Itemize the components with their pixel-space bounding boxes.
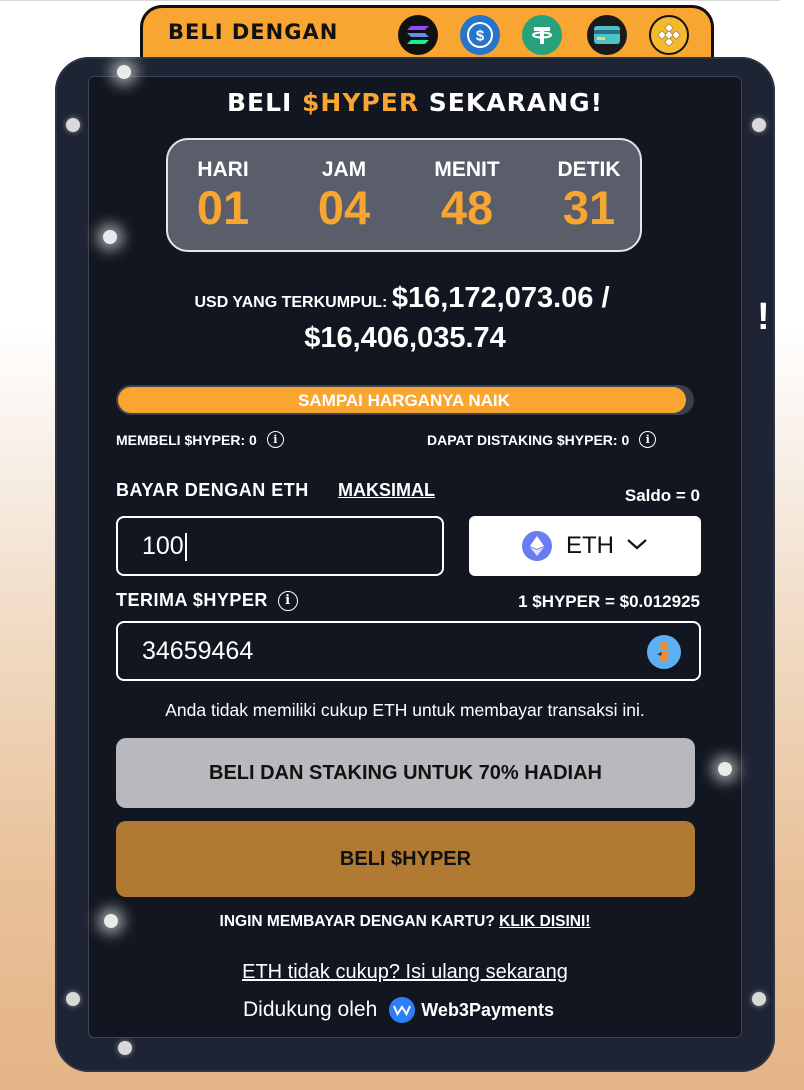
usdc-icon[interactable]: $ — [460, 15, 500, 55]
usd-raised-label: USD YANG TERKUMPUL: — [194, 294, 388, 311]
text-caret — [184, 533, 187, 562]
currency-label: ETH — [566, 532, 614, 559]
title-token: $HYPER — [302, 88, 420, 117]
pay-with-label: BELI DENGAN — [168, 20, 339, 44]
countdown-label: HARI — [197, 158, 249, 181]
title-prefix: BELI — [226, 88, 303, 117]
receive-amount-value: 34659464 — [142, 637, 254, 665]
frame-rivet — [752, 118, 766, 132]
countdown-value: 48 — [440, 181, 494, 234]
countdown-seconds: DETIK 31 — [534, 158, 644, 234]
topup-link[interactable]: ETH tidak cukup? Isi ulang sekarang — [0, 961, 804, 984]
pay-amount-input[interactable]: 100 — [116, 516, 444, 576]
frame-light — [718, 762, 732, 776]
chevron-down-icon — [626, 537, 648, 556]
balance-text: Saldo = 0 — [624, 486, 700, 505]
card-payment-text: INGIN MEMBAYAR DENGAN KARTU? — [219, 913, 495, 930]
bought-stat: MEMBELI $HYPER: 0 i — [116, 431, 284, 448]
frame-rivet — [66, 118, 80, 132]
bought-stat-text: MEMBELI $HYPER: 0 — [116, 431, 257, 448]
powered-by-text: Didukung oleh — [243, 998, 378, 1021]
frame-light — [103, 230, 117, 244]
usd-raised: USD YANG TERKUMPUL: $16,172,073.06 / — [0, 282, 804, 315]
card-icon[interactable] — [587, 15, 627, 55]
card-payment-link[interactable]: KLIK DISINI! — [499, 913, 590, 930]
presale-progress-bar: SAMPAI HARGANYA NAIK — [116, 385, 694, 415]
countdown-value: 01 — [196, 181, 250, 234]
usd-raised-target: $16,406,035.74 — [304, 322, 506, 354]
tether-icon[interactable] — [522, 15, 562, 55]
frame-rivet — [118, 1041, 132, 1055]
title-suffix: SEKARANG! — [419, 88, 604, 117]
countdown-label: MENIT — [434, 158, 500, 181]
info-icon[interactable]: i — [639, 431, 657, 448]
pay-with-tab: BELI DENGAN $ — [140, 5, 714, 61]
info-icon[interactable]: i — [266, 431, 284, 448]
staked-stat: DAPAT DISTAKING $HYPER: 0 i — [427, 431, 657, 448]
staked-stat-text: DAPAT DISTAKING $HYPER: 0 — [427, 431, 630, 448]
frame-rivet — [66, 992, 80, 1006]
pay-with-eth-label: BAYAR DENGAN ETH — [116, 480, 309, 500]
buy-button[interactable]: BELI $HYPER — [116, 821, 695, 897]
countdown-label: DETIK — [557, 158, 621, 181]
receive-amount-input[interactable]: 34659464 — [116, 621, 701, 681]
insufficient-funds-warning: Anda tidak memiliki cukup ETH untuk memb… — [165, 700, 645, 720]
token-rate: 1 $HYPER = $0.012925 — [518, 592, 700, 611]
web3payments-brand: Web3Payments — [421, 999, 554, 1020]
countdown-hours: JAM 04 — [289, 158, 399, 234]
svg-text:$: $ — [476, 28, 485, 45]
usd-raised-amount: $16,172,073.06 / — [391, 282, 610, 314]
powered-by: Didukung oleh Web3Payments — [243, 997, 554, 1023]
countdown-timer: HARI 01 JAM 04 MENIT 48 DETIK 31 — [166, 138, 642, 252]
solana-icon[interactable] — [398, 15, 438, 55]
hyper-token-icon — [647, 635, 681, 669]
ethereum-icon — [522, 531, 552, 561]
card-payment-line: INGIN MEMBAYAR DENGAN KARTU? KLIK DISINI… — [0, 913, 804, 931]
countdown-label: JAM — [321, 158, 367, 181]
progress-label: SAMPAI HARGANYA NAIK — [298, 391, 510, 410]
buy-and-stake-button[interactable]: BELI DAN STAKING UNTUK 70% HADIAH — [116, 738, 695, 808]
page-title: BELI $HYPER SEKARANG! — [88, 88, 742, 117]
top-divider — [0, 0, 804, 1]
receive-label: TERIMA $HYPER i — [116, 590, 298, 611]
frame-light — [117, 65, 131, 79]
max-amount-link[interactable]: MAKSIMAL — [338, 480, 435, 501]
currency-select[interactable]: ETH — [469, 516, 701, 576]
receive-label-text: TERIMA $HYPER — [116, 590, 268, 610]
bnb-icon[interactable] — [649, 15, 689, 55]
info-icon[interactable]: i — [277, 590, 298, 611]
countdown-value: 04 — [317, 181, 371, 234]
pay-amount-value: 100 — [142, 532, 184, 560]
countdown-value: 31 — [562, 181, 616, 234]
countdown-days: HARI 01 — [168, 158, 278, 234]
web3payments-logo-icon — [389, 997, 416, 1023]
frame-rivet — [752, 992, 766, 1006]
countdown-minutes: MENIT 48 — [412, 158, 522, 234]
